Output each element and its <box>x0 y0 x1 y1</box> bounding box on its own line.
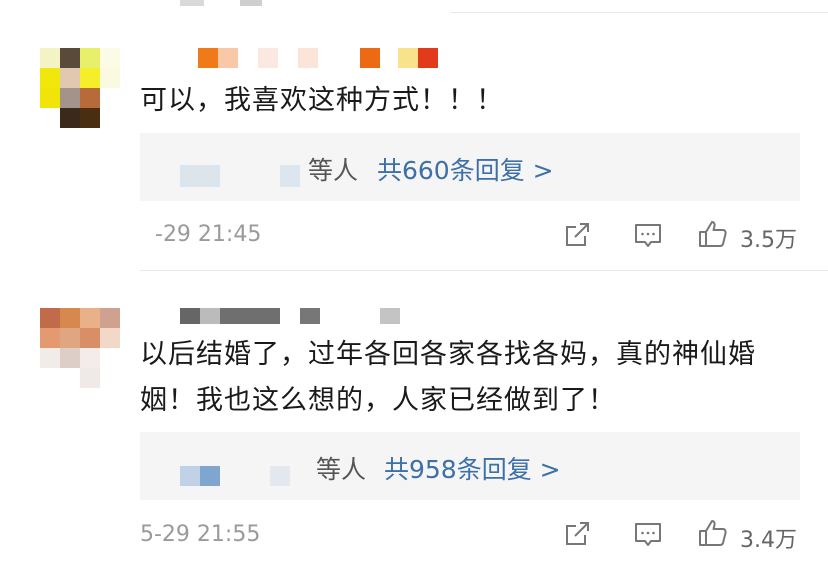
username[interactable] <box>180 308 420 330</box>
comment-text-line: 姻！我也这么想的，人家已经做到了！ <box>140 385 616 416</box>
pixelated-replier <box>270 466 290 486</box>
comment-text-line: 以后结婚了，过年各回各家各找各妈，真的神仙婚 <box>140 339 756 370</box>
avatar[interactable] <box>40 308 120 388</box>
share-icon[interactable] <box>563 519 593 549</box>
pixelated-replier <box>200 466 220 486</box>
comment-icon[interactable] <box>633 520 663 550</box>
comment-text: 以后结婚了，过年各回各家各找各妈，真的神仙婚 姻！我也这么想的，人家已经做到了！ <box>140 332 820 424</box>
comment-item: 可以，我喜欢这种方式！！！ 等人 共660条回复 > -29 21:45 3.5… <box>0 0 828 270</box>
replies-suffix: 等人 <box>316 455 367 484</box>
replies-suffix: 等人 <box>308 156 359 185</box>
timestamp: 5-29 21:55 <box>140 522 261 547</box>
comment-item: 以后结婚了，过年各回各家各找各妈，真的神仙婚 姻！我也这么想的，人家已经做到了！… <box>0 270 828 577</box>
thumbs-up-icon[interactable] <box>698 518 728 548</box>
timestamp: -29 21:45 <box>155 222 262 247</box>
pixelated-replier <box>180 165 220 187</box>
thumbs-up-icon[interactable] <box>698 219 728 249</box>
avatar[interactable] <box>40 48 120 128</box>
view-replies-link[interactable]: 共660条回复 > <box>377 151 554 187</box>
replies-preview[interactable]: 等人 共660条回复 > <box>140 133 800 201</box>
like-count: 3.5万 <box>740 228 797 253</box>
share-icon[interactable] <box>563 220 593 250</box>
replies-preview[interactable]: 等人 共958条回复 > <box>140 432 800 500</box>
comment-icon[interactable] <box>633 221 663 251</box>
username[interactable] <box>198 48 448 70</box>
view-replies-link[interactable]: 共958条回复 > <box>384 450 561 486</box>
pixelated-replier <box>280 165 300 187</box>
like-count: 3.4万 <box>740 528 797 553</box>
comment-text: 可以，我喜欢这种方式！！！ <box>140 85 504 116</box>
